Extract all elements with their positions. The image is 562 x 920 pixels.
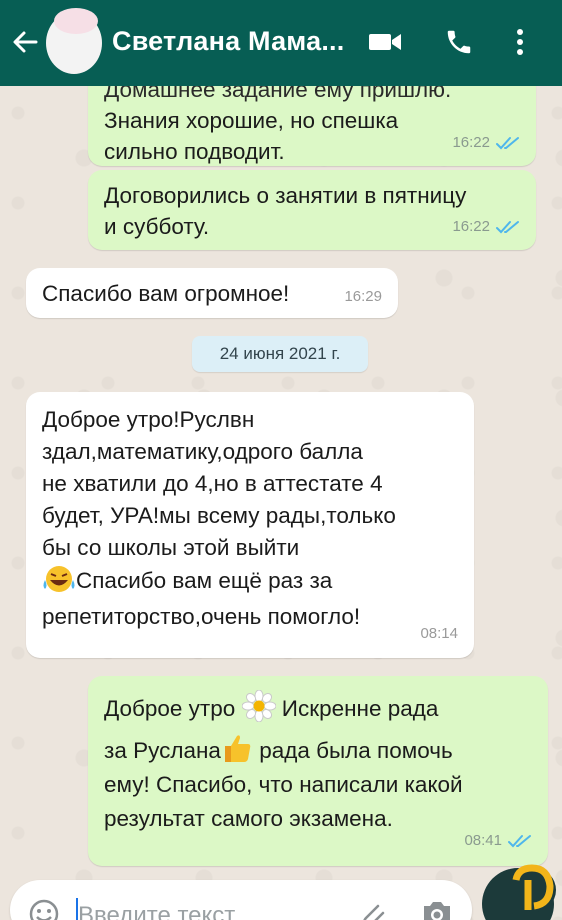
message-time: 08:41 [464,832,502,849]
message-time: 16:29 [344,288,382,305]
message-text: бы со школы этой выйти [42,535,300,560]
message-meta: 08:14 [420,618,458,650]
chat-title[interactable]: Светлана Мама... [112,26,344,57]
message-text: рада была помочь [259,738,453,763]
read-ticks-icon [496,220,519,233]
message-time: 08:14 [420,625,458,642]
message-line: Спасибо вам ещё раз за [42,564,458,597]
message-composer[interactable]: Введите текст [10,880,472,920]
thumbs-up-emoji-icon [224,735,251,762]
message-text: за Руслана [104,738,221,763]
message-line: Доброе утро Искренне рада [104,690,532,726]
watermark-logo [512,864,556,912]
message-text: Доброе утро [104,696,236,721]
message-outgoing[interactable]: Доброе утро Искренне рада за Руслана рад… [88,676,548,866]
chat-header: Светлана Мама... [0,0,562,86]
message-text: Договорились о занятии в пятницу [104,183,467,208]
message-text: Доброе утро!Руслвн [42,407,255,432]
message-outgoing[interactable]: Домашнее задание ему пришлю. Знания хоро… [88,86,536,166]
message-text: Спасибо вам ещё раз за [76,568,333,593]
message-text: репетиторство,очень помогло! [42,604,361,629]
message-meta: 08:41 [464,824,532,858]
phone-icon[interactable] [444,24,474,60]
message-outgoing[interactable]: Договорились о занятии в пятницу и суббо… [88,170,536,250]
message-input[interactable]: Введите текст [78,902,235,920]
message-meta: 16:22 [452,211,520,242]
message-text: Спасибо вам огромное! [42,281,290,306]
message-time: 16:22 [452,218,490,235]
message-meta: 16:29 [344,281,382,312]
date-chip: 24 июня 2021 г. [192,336,368,372]
message-text: ему! Спасибо, что написали какой [104,772,463,797]
message-meta: 16:22 [452,127,520,158]
message-text: Домашнее задание ему пришлю. [104,86,452,102]
message-text: Искренне рада [281,696,439,721]
read-ticks-icon [496,136,519,149]
message-text: будет, УРА!мы всему рады,только [42,503,396,528]
laughing-tears-emoji-icon [43,566,75,592]
back-arrow-icon[interactable] [10,27,40,57]
emoji-icon[interactable] [28,898,60,920]
message-time: 16:22 [452,134,490,151]
camera-icon[interactable] [420,898,454,920]
message-text: не хватили до 4,но в аттестате 4 [42,471,383,496]
video-call-icon[interactable] [368,24,402,60]
message-line: за Руслана рада была помочь [104,732,532,768]
message-incoming[interactable]: Спасибо вам огромное! 16:29 [26,268,398,318]
message-incoming[interactable]: Доброе утро!Руслвн здал,математику,одрог… [26,392,474,658]
more-vert-icon[interactable] [515,24,525,60]
daisy-emoji-icon [241,690,276,722]
chat-area[interactable]: Домашнее задание ему пришлю. Знания хоро… [0,86,562,920]
message-text: здал,математику,одрого балла [42,439,363,464]
attach-icon[interactable] [356,898,386,920]
avatar[interactable] [46,8,102,74]
read-ticks-icon [508,835,531,848]
